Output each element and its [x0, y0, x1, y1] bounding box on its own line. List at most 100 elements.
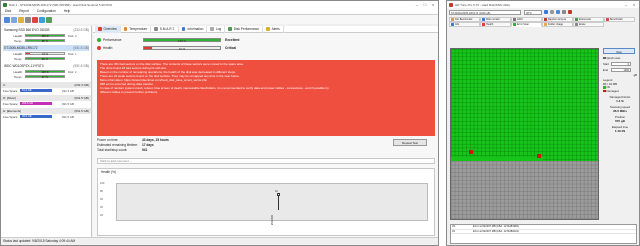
overview-panel: Overview Temperature S.M.A.R.T. Informat…: [93, 25, 438, 239]
disk-entry-2[interactable]: WDC WD10SPZX-11YF5T0 (931.5 GB) Health: 10…: [1, 62, 91, 80]
data-point-line: [278, 196, 279, 210]
tab-information[interactable]: Information: [179, 25, 208, 33]
temperature-bar: 37 °C: [25, 74, 65, 79]
menu-help[interactable]: Help: [64, 9, 71, 13]
tab-folder-usage[interactable]: Folder Usage: [542, 22, 573, 27]
disk-entry-1[interactable]: ST1000LM035-1RK172 (931.5 GB) Health: 10 %…: [1, 44, 91, 62]
toolbar: [1, 15, 438, 24]
tab-benchmark[interactable]: Benchmark: [604, 17, 635, 22]
tab-log[interactable]: Log: [207, 25, 226, 33]
test-icon[interactable]: [32, 16, 38, 23]
maximize-icon[interactable]: □: [421, 1, 429, 8]
list-item[interactable]: 34 Error at 622207 MB (LBA: 1274282024): [451, 230, 636, 234]
unit-label: gB: [633, 73, 637, 77]
performance-bar: 100 %: [143, 37, 221, 43]
minimize-icon[interactable]: –: [622, 1, 630, 8]
hds-title-bar[interactable]: Disk 1 - ST1000LM035-1RK172 (WD-WN38Z) -…: [1, 1, 438, 8]
refresh-icon[interactable]: [4, 16, 10, 23]
hd-tune-window: HD Tune Pro 5.70 - Hard Disk/SSD Utility…: [446, 0, 640, 246]
drive-c[interactable]: C: (232.3 GB) Free Space 51.2 GB 232.3 GB: [1, 82, 91, 93]
health-bar: 100 %: [25, 33, 65, 38]
scan-progress-row: [451, 157, 543, 161]
health-row: Health: 10 % Critical: [93, 44, 438, 52]
info-icon: [181, 27, 186, 31]
erase-icon: [575, 23, 578, 26]
copy-icon[interactable]: [550, 10, 554, 14]
smart-icon: [154, 27, 158, 31]
tab-info[interactable]: Info: [449, 22, 480, 27]
app-icon: [449, 2, 453, 7]
repeat-test-button[interactable]: Repeat Test: [393, 139, 427, 146]
elapsed-time-stat: Elapsed time 1:49:29: [611, 124, 629, 133]
speaker-icon: [513, 18, 516, 21]
disk-entry-0[interactable]: Samsung SSD 860 EVO 250GB (232.9 GB) Heal…: [1, 26, 91, 44]
drive-h[interactable]: H: [Elements] (931.5 GB) Free Space 36.6 G…: [1, 108, 91, 119]
y-tick-label: 40: [100, 206, 103, 209]
close-icon[interactable]: ×: [630, 1, 638, 8]
tab-error-scan[interactable]: Error Scan: [511, 22, 542, 27]
close-icon[interactable]: ×: [429, 1, 437, 8]
scanned-ok-blocks: [451, 49, 598, 161]
unscanned-blocks: [451, 161, 598, 219]
exit-icon[interactable]: [568, 10, 572, 14]
window-controls: – ×: [622, 1, 638, 8]
end-input[interactable]: 1000: [611, 67, 631, 72]
tab-overview[interactable]: Overview: [95, 25, 121, 33]
info-icon[interactable]: [39, 16, 45, 23]
tests-icon: [575, 18, 578, 21]
hard-disk-sentinel-window: Disk 1 - ST1000LM035-1RK172 (WD-WN38Z) -…: [0, 0, 439, 246]
benchmark-icon: [606, 18, 609, 21]
menu-report[interactable]: Report: [19, 9, 29, 13]
tab-alerts[interactable]: Alerts: [263, 25, 284, 33]
tab-erase[interactable]: Erase: [573, 22, 604, 27]
stop-button[interactable]: Stop: [603, 48, 635, 54]
disk-health-row: Health: 100 % Disk: 2: [13, 69, 77, 74]
tab-bar: Overview Temperature S.M.A.R.T. Informat…: [93, 25, 438, 33]
health-icon: [482, 23, 485, 26]
info-icon[interactable]: [544, 10, 548, 14]
health-status-icon: [97, 46, 101, 50]
disk-health-row: Health: 100 % Disk: 0: [13, 33, 77, 38]
report-icon[interactable]: [11, 16, 17, 23]
temperature-bar: 38 °C: [25, 38, 65, 43]
hdt-title-bar[interactable]: HD Tune Pro 5.70 - Hard Disk/SSD Utility…: [447, 1, 639, 8]
tab-health[interactable]: Health: [480, 22, 511, 27]
overview-icon: [98, 27, 102, 31]
tab-disk-performance[interactable]: Disk Performance: [225, 25, 264, 33]
performance-icon: [228, 27, 232, 31]
mail-icon[interactable]: [18, 16, 24, 23]
monitor-icon: [482, 18, 485, 21]
folder-icon: [544, 23, 547, 26]
error-log-list[interactable]: 33 Error at 622207 MB (LBA: 1274281984) 3…: [450, 224, 637, 244]
drive-select[interactable]: ST1000LM035-1RK172 (1000 gB): [449, 9, 521, 15]
menu-disk[interactable]: Disk: [5, 9, 11, 13]
minimize-icon[interactable]: –: [413, 1, 421, 8]
free-space-bar: 36.6 GB: [20, 114, 52, 119]
y-tick-label: 80: [100, 190, 103, 193]
comment-field[interactable]: Click to add comment ...: [97, 158, 435, 164]
log-icon: [210, 27, 214, 31]
temperature-bar: 36 °C: [25, 56, 65, 61]
tab-smart[interactable]: S.M.A.R.T.: [151, 25, 179, 33]
free-space-bar: 366.8 GB: [20, 101, 52, 106]
save-icon[interactable]: [556, 10, 560, 14]
window-controls: – □ ×: [413, 1, 437, 8]
thermometer-icon: [123, 27, 128, 31]
settings-icon[interactable]: [25, 16, 31, 23]
start-input[interactable]: 0: [611, 61, 631, 66]
menu-configuration[interactable]: Configuration: [37, 9, 56, 13]
start-stop-count: Total start/stop count: 941: [97, 148, 148, 152]
disk-health-row: Health: 10 % Disk: 1: [13, 51, 77, 56]
damaged-block: [537, 154, 541, 158]
performance-row: Performance: 100 % Excellent: [93, 36, 438, 44]
end-field: End 1000: [603, 67, 631, 72]
tab-temperature[interactable]: Temperature: [121, 25, 152, 33]
quick-scan-checkbox[interactable]: Quick scan: [603, 56, 637, 60]
file-icon: [451, 18, 454, 21]
random-icon: [544, 18, 547, 21]
power-on-time: Power on time: 43 days, 15 hours: [97, 138, 169, 142]
help-icon[interactable]: [46, 16, 52, 23]
remaining-lifetime: Estimated remaining lifetime: 17 days: [97, 143, 154, 147]
options-icon[interactable]: [562, 10, 566, 14]
drive-d[interactable]: D: [Silver] (931.5 GB) Free Space 366.8 GB…: [1, 95, 91, 106]
